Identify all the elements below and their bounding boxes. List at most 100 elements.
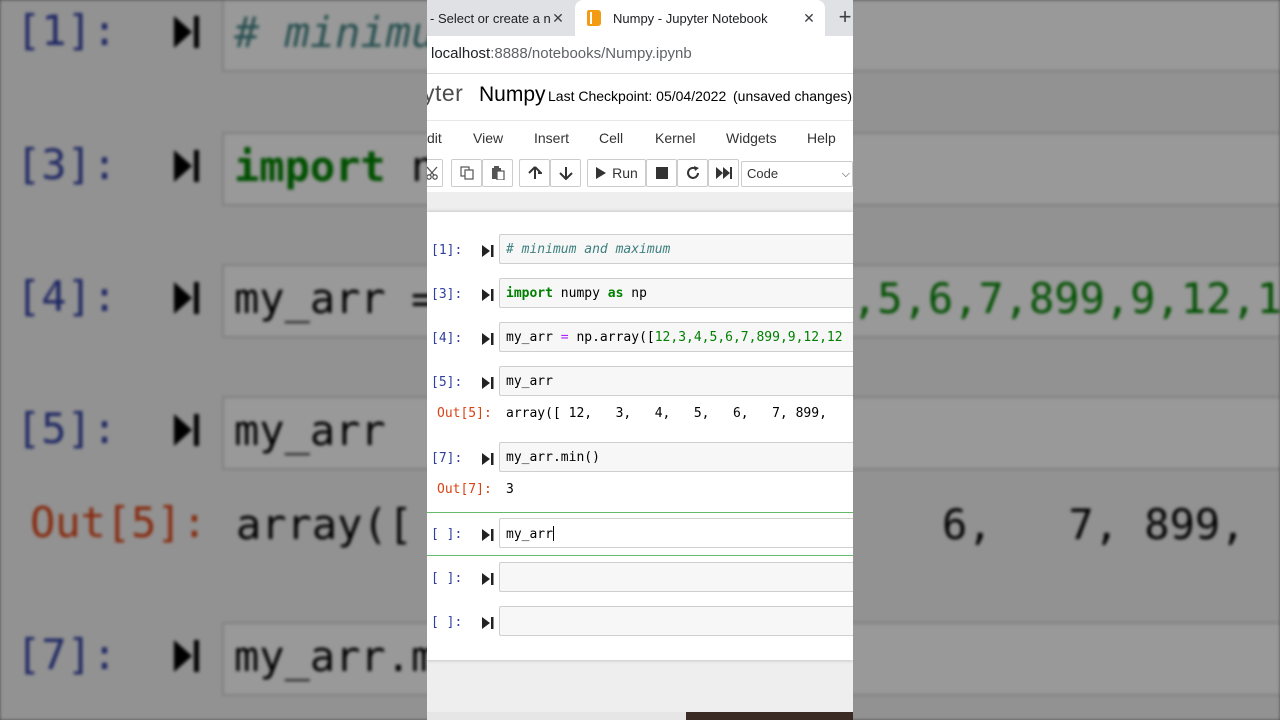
menu-bar: dit View Insert Cell Kernel Widgets Help xyxy=(427,120,853,156)
new-tab-plus-icon[interactable]: + xyxy=(835,6,853,28)
input-prompt: [3]: xyxy=(431,287,463,302)
input-prompt: [ ]: xyxy=(431,571,463,586)
copy-icon xyxy=(459,166,474,180)
restart-button[interactable] xyxy=(677,159,708,187)
restart-icon xyxy=(686,166,699,179)
url-host: localhost xyxy=(431,45,491,62)
run-cell-icon[interactable] xyxy=(482,244,494,258)
paste-button[interactable] xyxy=(482,159,513,187)
code-plain: numpy xyxy=(552,286,608,301)
code-numbers: 12,3,4,5,6,7,899,9,12,12 xyxy=(654,330,843,345)
url-path: :8888/notebooks/Numpy.ipynb xyxy=(490,45,692,62)
run-cell-icon[interactable] xyxy=(482,528,494,542)
notebook-name[interactable]: Numpy xyxy=(479,83,546,107)
cell-input[interactable]: my_arr = np.array([12,3,4,5,6,7,899,9,12… xyxy=(499,322,853,352)
cell-input[interactable] xyxy=(499,606,853,636)
code-cell[interactable]: [4]: my_arr = np.array([12,3,4,5,6,7,899… xyxy=(427,322,853,354)
close-icon[interactable]: ✕ xyxy=(800,9,818,27)
tab-title: Numpy - Jupyter Notebook xyxy=(613,10,768,26)
autosave-status: (unsaved changes) xyxy=(733,88,853,104)
cell-input[interactable]: # minimum and maximum xyxy=(499,234,853,264)
cell-type-value: Code xyxy=(747,166,779,181)
move-down-button[interactable] xyxy=(550,159,581,187)
code-operator: = xyxy=(560,330,569,345)
url-text: localhost:8888/notebooks/Numpy.ipynb xyxy=(431,45,692,62)
code-text: my_arr.min() xyxy=(506,450,600,465)
run-cell-icon[interactable] xyxy=(482,572,494,586)
active-code-cell[interactable]: [ ]: my_arr xyxy=(427,518,853,550)
menu-cell[interactable]: Cell xyxy=(599,130,623,146)
menu-widgets[interactable]: Widgets xyxy=(726,130,777,146)
fast-forward-icon xyxy=(715,167,732,179)
cut-button[interactable] xyxy=(427,159,443,187)
run-label: Run xyxy=(612,165,638,181)
code-comment: # minimum and maximum xyxy=(506,242,671,257)
code-text: my_arr xyxy=(506,374,553,389)
stop-icon xyxy=(655,167,668,179)
run-cell-icon[interactable] xyxy=(482,376,494,390)
tab-strip: - Select or create a n ✕ Numpy - Jupyter… xyxy=(427,0,853,36)
play-icon xyxy=(596,167,607,179)
cell-output: 3 xyxy=(506,482,514,497)
browser-window: - Select or create a n ✕ Numpy - Jupyter… xyxy=(427,0,853,720)
copy-button[interactable] xyxy=(451,159,482,187)
code-text: my_arr xyxy=(506,526,554,542)
tab-title: - Select or create a n xyxy=(430,10,551,26)
cell-input[interactable]: my_arr.min() xyxy=(499,442,853,472)
code-cell[interactable]: [3]: import numpy as np xyxy=(427,278,853,310)
jupyter-logo[interactable]: yter xyxy=(427,80,463,107)
output-prompt: Out[7]: xyxy=(437,482,492,497)
input-prompt: [1]: xyxy=(431,243,463,258)
checkpoint-status: Last Checkpoint: 05/04/2022 xyxy=(548,88,727,104)
code-cell[interactable]: [7]: my_arr.min() Out[7]: 3 xyxy=(427,442,853,506)
paste-icon xyxy=(491,166,505,180)
code-plain: my_arr xyxy=(506,527,553,542)
menu-edit[interactable]: dit xyxy=(427,130,442,146)
jupyter-header: yter Numpy Last Checkpoint: 05/04/2022 (… xyxy=(427,74,853,120)
menu-help[interactable]: Help xyxy=(807,130,836,146)
notebook-toolbar: Run Code ⌵ xyxy=(427,156,853,192)
code-cell[interactable]: [ ]: xyxy=(427,606,853,638)
code-keyword: import xyxy=(506,286,553,301)
bottom-dark-strip xyxy=(686,712,853,720)
scissors-icon xyxy=(427,166,438,180)
menu-insert[interactable]: Insert xyxy=(534,130,569,146)
run-cell-icon[interactable] xyxy=(482,288,494,302)
arrow-up-icon xyxy=(527,166,542,179)
restart-run-all-button[interactable] xyxy=(708,159,739,187)
move-up-button[interactable] xyxy=(519,159,550,187)
code-text: my_arr = np.array([12,3,4,5,6,7,899,9,12… xyxy=(506,330,843,345)
code-cell[interactable]: [1]: # minimum and maximum xyxy=(427,234,853,266)
run-cell-icon[interactable] xyxy=(482,332,494,346)
address-bar[interactable]: localhost:8888/notebooks/Numpy.ipynb xyxy=(427,36,853,74)
input-prompt: [5]: xyxy=(431,375,463,390)
code-cell[interactable]: [5]: my_arr Out[5]: array([ 12, 3, 4, 5,… xyxy=(427,366,853,430)
code-keyword: as xyxy=(607,286,624,301)
jupyter-book-icon xyxy=(587,10,601,26)
close-icon[interactable]: ✕ xyxy=(549,9,567,27)
run-cell-icon[interactable] xyxy=(482,616,494,630)
input-prompt: [ ]: xyxy=(431,615,463,630)
interrupt-button[interactable] xyxy=(646,159,677,187)
notebook-container: [1]: # minimum and maximum [3]: import n… xyxy=(427,212,853,660)
cell-output: array([ 12, 3, 4, 5, 6, 7, 899, xyxy=(506,406,827,421)
code-text: import numpy as np xyxy=(506,286,647,301)
cell-type-select[interactable]: Code ⌵ xyxy=(741,161,853,187)
video-frame: [1]: # minimum [3]: import n [4]: my_arr… xyxy=(0,0,1280,720)
input-prompt: [ ]: xyxy=(431,527,463,542)
cell-input[interactable]: import numpy as np xyxy=(499,278,853,308)
cell-input-editing[interactable]: my_arr xyxy=(499,518,853,548)
code-cell[interactable]: [ ]: xyxy=(427,562,853,594)
cell-input[interactable]: my_arr xyxy=(499,366,853,396)
output-prompt: Out[5]: xyxy=(437,406,492,421)
run-button[interactable]: Run xyxy=(587,159,646,187)
tab-numpy-notebook[interactable]: Numpy - Jupyter Notebook xyxy=(575,0,825,36)
chevron-down-icon: ⌵ xyxy=(841,168,850,180)
code-plain: my_arr xyxy=(506,330,561,345)
arrow-down-icon xyxy=(558,167,573,180)
menu-view[interactable]: View xyxy=(473,130,503,146)
text-cursor xyxy=(552,526,554,541)
run-cell-icon[interactable] xyxy=(482,452,494,466)
menu-kernel[interactable]: Kernel xyxy=(655,130,695,146)
cell-input[interactable] xyxy=(499,562,853,592)
